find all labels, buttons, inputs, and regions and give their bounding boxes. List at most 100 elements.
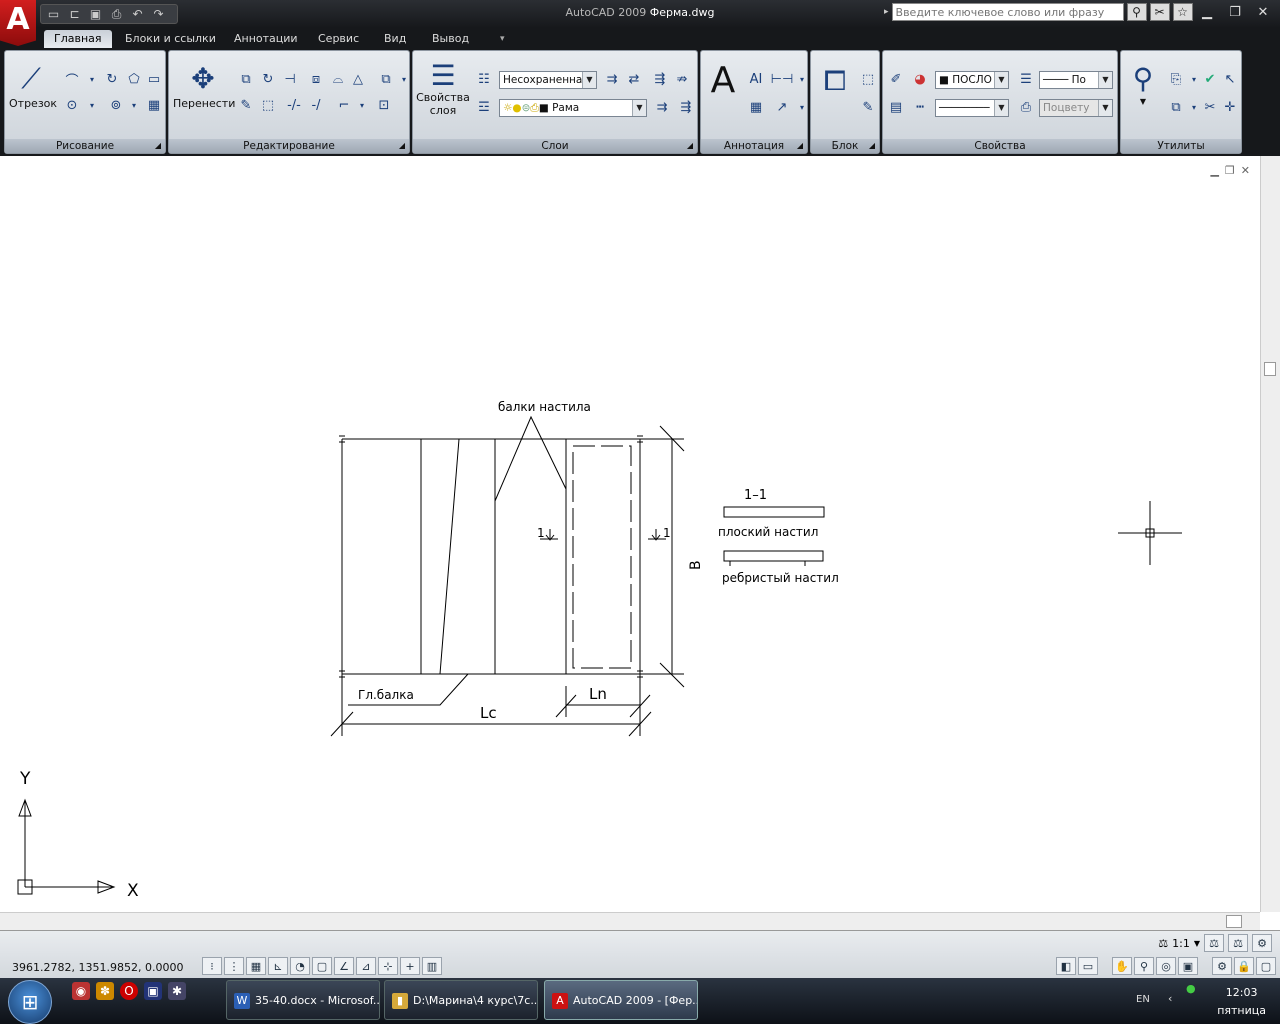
- panel-block-title[interactable]: Блок ◢: [811, 139, 879, 153]
- panel-annotation-title[interactable]: Аннотация ◢: [701, 139, 807, 153]
- line-tool-button[interactable]: ⟋ Отрезок: [9, 61, 57, 121]
- circle-dropdown-icon[interactable]: ▾: [81, 95, 103, 115]
- mtext-icon[interactable]: AI: [745, 69, 767, 89]
- vertical-scroll-thumb[interactable]: [1264, 362, 1276, 376]
- favorites-icon[interactable]: ☆: [1172, 3, 1193, 21]
- search-icon[interactable]: ⚲: [1126, 3, 1147, 21]
- search-input[interactable]: [891, 3, 1124, 21]
- layer-state-icon[interactable]: ☷: [473, 69, 495, 89]
- print-icon[interactable]: ⎙: [107, 6, 126, 22]
- minimize-icon[interactable]: ▁: [1196, 4, 1218, 22]
- chevron-down-icon[interactable]: ▼: [1194, 939, 1200, 948]
- panel-expand-icon[interactable]: ◢: [687, 139, 693, 153]
- steering-wheel-icon[interactable]: ◎: [1156, 957, 1176, 975]
- panel-expand-icon[interactable]: ◢: [155, 139, 161, 153]
- tab-annotate[interactable]: Аннотации: [224, 30, 308, 48]
- tools-icon[interactable]: ✱: [168, 982, 186, 1000]
- horizontal-scroll-thumb[interactable]: [1226, 915, 1242, 928]
- spline-icon[interactable]: ↻: [101, 69, 123, 89]
- otrack-icon[interactable]: ∠: [334, 957, 354, 975]
- undo-icon[interactable]: ↶: [128, 6, 147, 22]
- tab-blocks[interactable]: Блоки и ссылки: [115, 30, 226, 48]
- butterfly-icon[interactable]: ✽: [96, 982, 114, 1000]
- vertical-scrollbar[interactable]: [1260, 156, 1280, 912]
- copy-icon[interactable]: ⧉: [235, 69, 257, 89]
- lock-icon[interactable]: 🔒: [1234, 957, 1254, 975]
- restore-icon[interactable]: ❐: [1224, 4, 1246, 22]
- list-icon[interactable]: ▤: [885, 97, 907, 117]
- panel-expand-icon[interactable]: ◢: [869, 139, 875, 153]
- lineweight-toggle-icon[interactable]: +: [400, 957, 420, 975]
- plotstyle-icon[interactable]: ⎙: [1015, 97, 1037, 117]
- panel-draw-title[interactable]: Рисование ◢: [5, 139, 165, 153]
- rectangle-icon[interactable]: ▭: [143, 69, 165, 89]
- panel-properties-title[interactable]: Свойства: [883, 139, 1117, 153]
- chamfer-dropdown-icon[interactable]: ▾: [351, 95, 373, 115]
- auto-scale-icon[interactable]: ⚖: [1228, 934, 1248, 952]
- tab-home[interactable]: Главная: [44, 30, 112, 48]
- expand-search-icon[interactable]: ▸: [884, 7, 889, 17]
- panel-utilities-title[interactable]: Утилиты: [1121, 139, 1241, 153]
- fillet-icon[interactable]: ⌓: [327, 69, 349, 89]
- polar-icon[interactable]: ◔: [290, 957, 310, 975]
- quick-select-icon[interactable]: ✔: [1199, 69, 1221, 89]
- app-shortcut-icon[interactable]: ◉: [72, 982, 90, 1000]
- model-icon[interactable]: ◧: [1056, 957, 1076, 975]
- text-tool-button[interactable]: A: [703, 63, 743, 123]
- plotstyle-select[interactable]: Поцвету ▼: [1039, 99, 1113, 117]
- start-button[interactable]: ⊞: [8, 980, 52, 1024]
- save-icon[interactable]: ▣: [86, 6, 105, 22]
- zoom-button[interactable]: ⚲ ▼: [1123, 61, 1163, 121]
- open-file-icon[interactable]: ⊏: [65, 6, 84, 22]
- autocad-logo-button[interactable]: A: [0, 0, 36, 46]
- drawing-area[interactable]: ▁ ❐ ✕ балки настила Гл.балка Lc Ln B 1 1…: [0, 156, 1280, 930]
- leader-icon[interactable]: ↗: [771, 97, 793, 117]
- polygon-icon[interactable]: ⬠: [123, 69, 145, 89]
- mirror-icon[interactable]: ⧈: [305, 69, 327, 89]
- pan-icon[interactable]: ✋: [1112, 957, 1132, 975]
- explode-icon[interactable]: ⊡: [373, 95, 395, 115]
- infer-icon[interactable]: ⁝: [202, 957, 222, 975]
- array-icon[interactable]: △: [347, 69, 369, 89]
- join-icon[interactable]: -/: [305, 95, 327, 115]
- taskbar-item-explorer[interactable]: ▮ D:\Марина\4 курс\7с...: [384, 980, 538, 1020]
- quick-properties-icon[interactable]: ▥: [422, 957, 442, 975]
- layer-properties-button[interactable]: ☰ Свойства слоя: [415, 61, 471, 121]
- move-tool-button[interactable]: ✥ Перенести: [173, 61, 235, 121]
- annotation-scale-icon[interactable]: ⚖: [1158, 937, 1168, 950]
- make-current-icon[interactable]: ⇉: [651, 97, 673, 117]
- clock[interactable]: 12:03 пятница: [1217, 984, 1266, 1020]
- match-properties-icon[interactable]: ✐: [885, 69, 907, 89]
- cut-icon[interactable]: ✂: [1199, 97, 1221, 117]
- annotation-scale-value[interactable]: 1:1: [1172, 937, 1190, 950]
- close-icon[interactable]: ✕: [1252, 4, 1274, 22]
- clean-screen-icon[interactable]: ▢: [1256, 957, 1276, 975]
- insert-block-button[interactable]: ⧠: [815, 63, 855, 123]
- stretch-icon[interactable]: ✎: [235, 95, 257, 115]
- layer-previous-icon[interactable]: ⇄: [623, 69, 645, 89]
- bin-icon[interactable]: ▣: [144, 982, 162, 1000]
- panel-layers-title[interactable]: Слои ◢: [413, 139, 697, 153]
- network-icon[interactable]: ●: [1186, 982, 1196, 995]
- circle-icon[interactable]: ⊙: [61, 95, 83, 115]
- tab-output[interactable]: Вывод: [422, 30, 479, 48]
- current-layer-select[interactable]: ☼●⊜⎙■ Рама ▼: [499, 99, 647, 117]
- opera-icon[interactable]: O: [120, 982, 138, 1000]
- language-indicator[interactable]: EN: [1136, 994, 1150, 1005]
- cursor-coordinates[interactable]: 3961.2782, 1351.9852, 0.0000: [12, 961, 183, 974]
- trim-icon[interactable]: ⊣: [279, 69, 301, 89]
- workspace-switch-icon[interactable]: ⚙: [1212, 957, 1232, 975]
- panel-modify-title[interactable]: Редактирование ◢: [169, 139, 409, 153]
- taskbar-item-word[interactable]: W 35-40.docx - Microsof...: [226, 980, 380, 1020]
- zoom-dropdown-icon[interactable]: ▼: [1123, 97, 1163, 106]
- horizontal-scrollbar[interactable]: [0, 912, 1260, 930]
- workspace-icon[interactable]: ⚙: [1252, 934, 1272, 952]
- layer-walk-icon[interactable]: ⇶: [675, 97, 697, 117]
- showmotion-icon[interactable]: ▣: [1178, 957, 1198, 975]
- lineweight-select[interactable]: ──── По ▼: [1039, 71, 1113, 89]
- edit-block-icon[interactable]: ✎: [857, 97, 879, 117]
- linetype-icon[interactable]: ┅: [909, 97, 931, 117]
- polyline-dropdown-icon[interactable]: ▾: [81, 69, 103, 89]
- subscription-icon[interactable]: ✂: [1149, 3, 1170, 21]
- ortho-icon[interactable]: ⊾: [268, 957, 288, 975]
